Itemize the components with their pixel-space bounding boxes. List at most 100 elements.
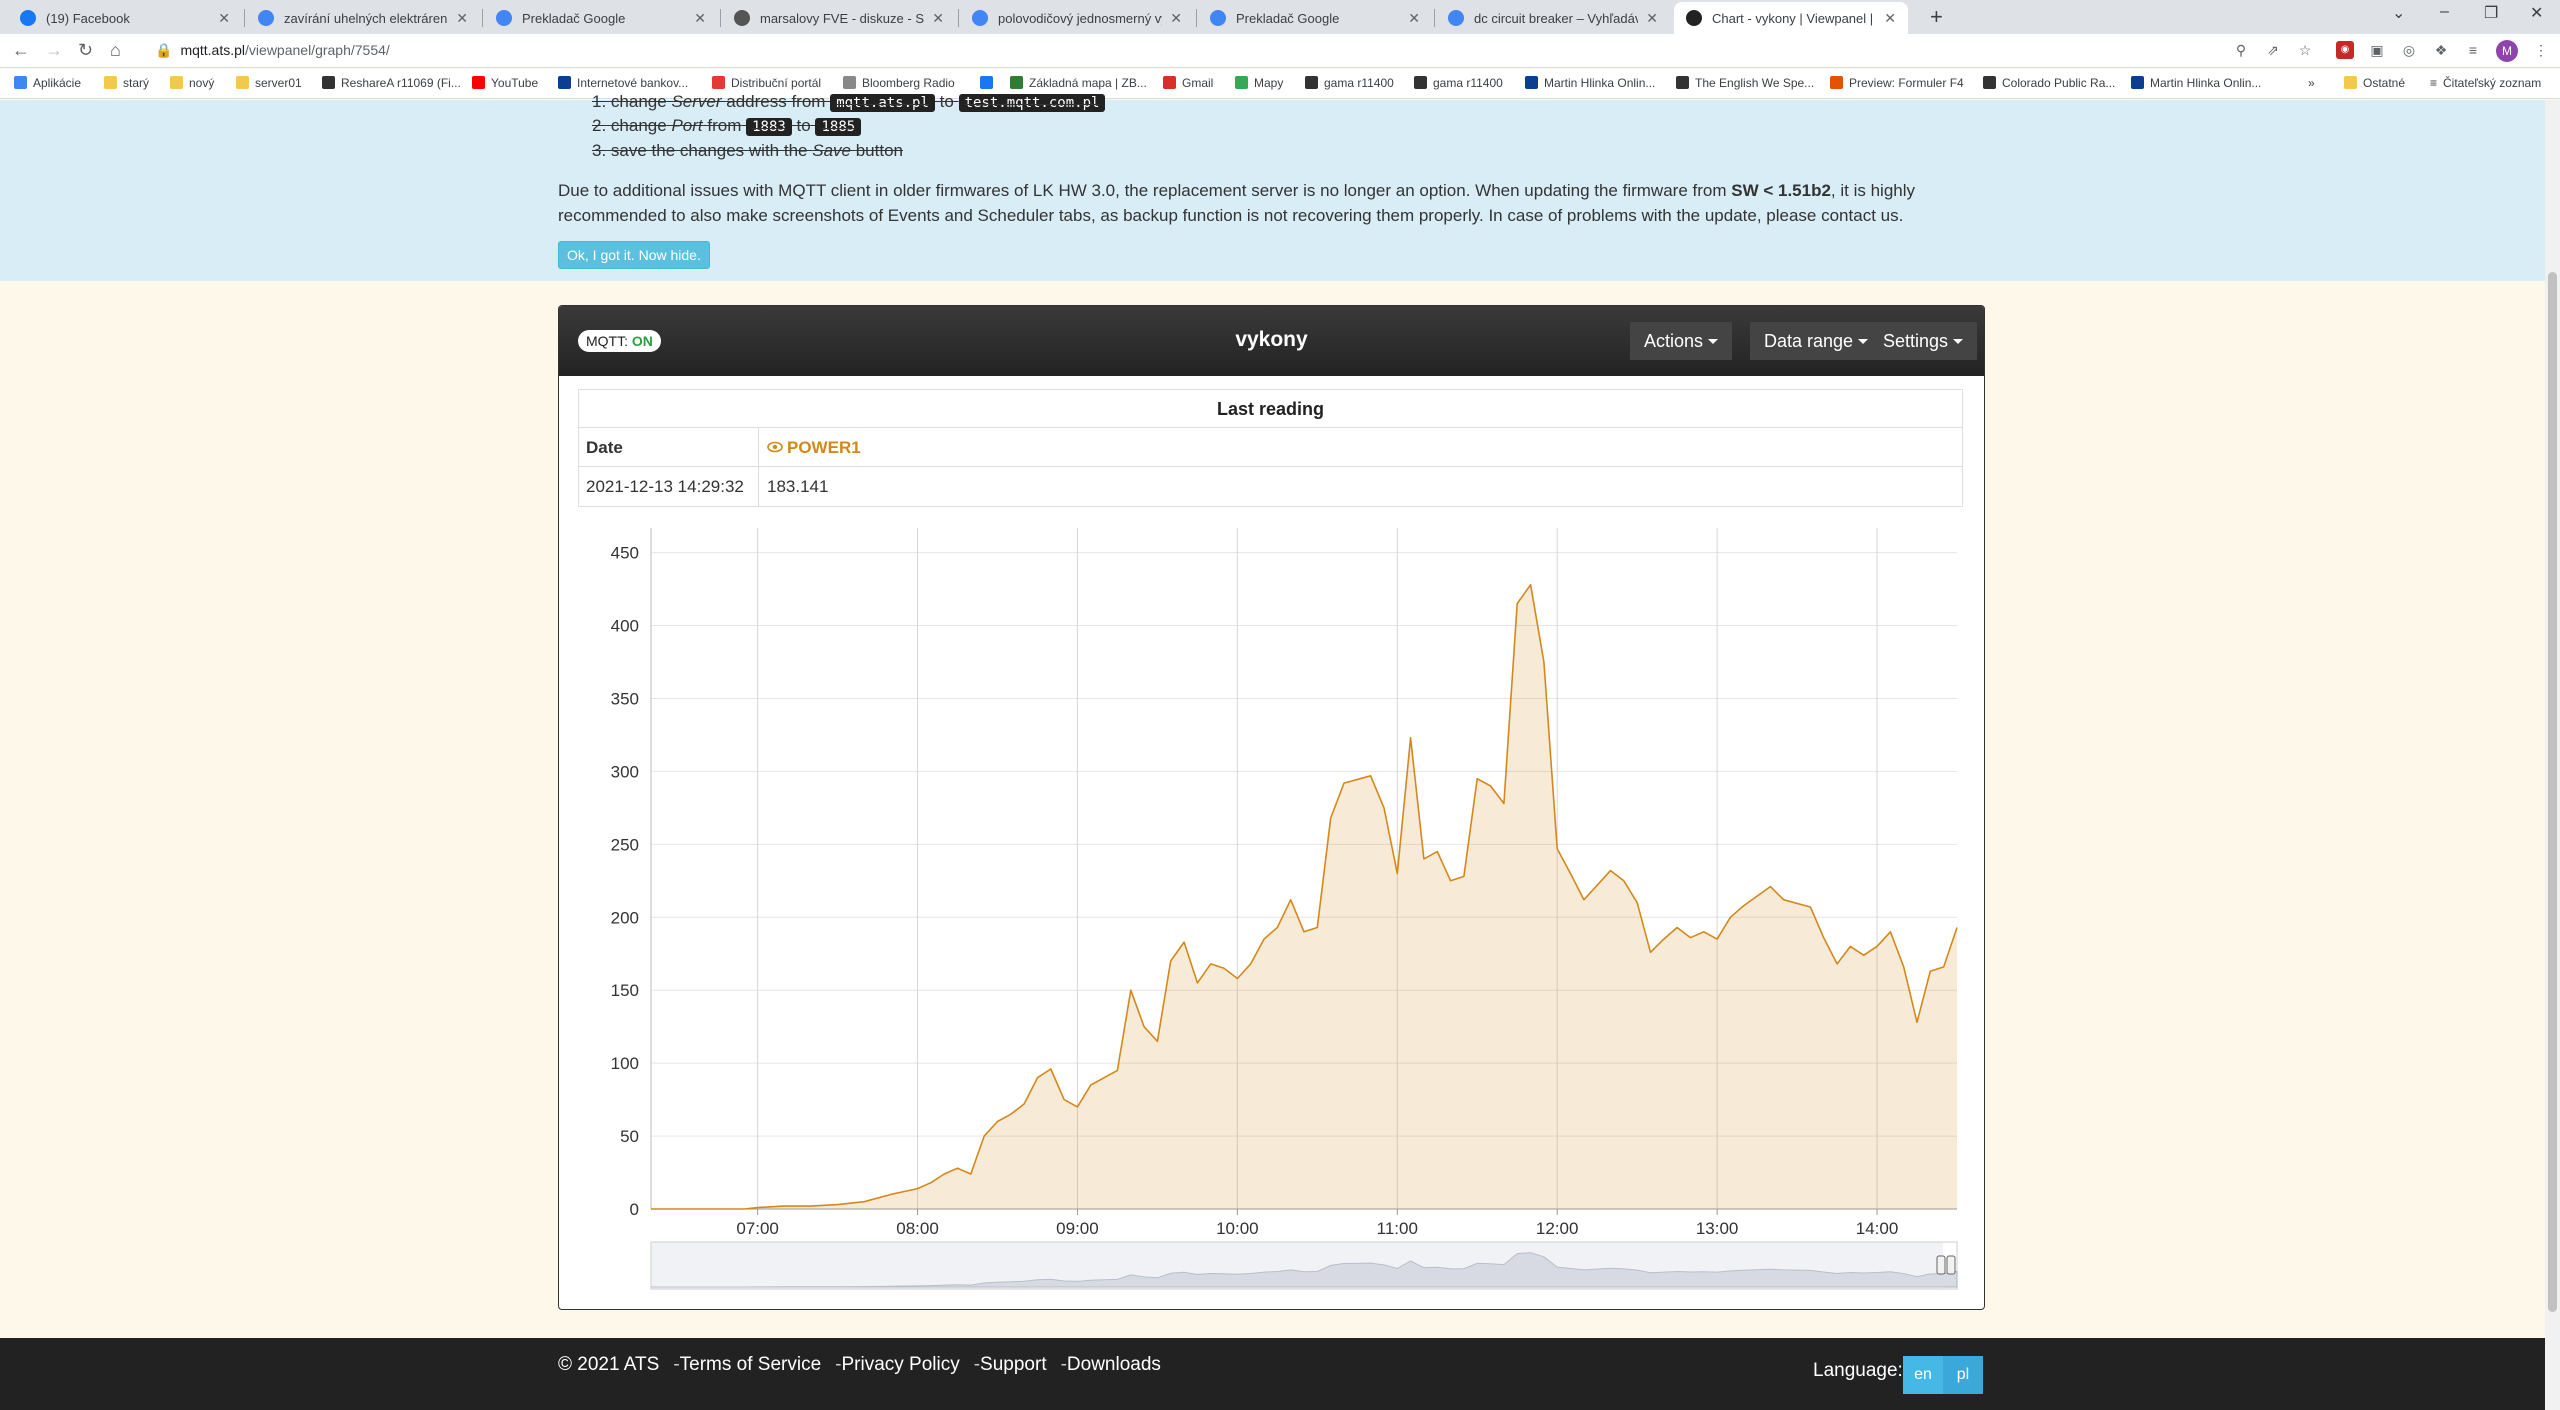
tab-close-icon[interactable]: ✕ bbox=[694, 10, 706, 27]
minimize-icon[interactable]: – bbox=[2440, 3, 2449, 21]
forward-icon[interactable]: → bbox=[45, 40, 63, 61]
extension-screen-icon[interactable]: ▣ bbox=[2368, 41, 2386, 59]
extensions-puzzle-icon[interactable]: ❖ bbox=[2432, 41, 2450, 59]
tab-close-icon[interactable]: ✕ bbox=[1408, 10, 1420, 27]
bookmark-star-icon[interactable]: ☆ bbox=[2296, 41, 2314, 59]
navigator-handle-right[interactable] bbox=[1946, 1255, 1956, 1275]
tab-favicon-icon bbox=[734, 10, 750, 26]
restore-icon[interactable]: ❐ bbox=[2484, 3, 2498, 23]
code-value: 1885 bbox=[815, 118, 862, 136]
bookmark-item[interactable] bbox=[980, 76, 999, 90]
share-icon[interactable]: ⇗ bbox=[2264, 41, 2282, 59]
profile-avatar[interactable]: M bbox=[2496, 40, 2518, 62]
tab-close-icon[interactable]: ✕ bbox=[932, 10, 944, 27]
bookmark-item[interactable]: YouTube bbox=[472, 76, 538, 90]
language-en-button[interactable]: en bbox=[1903, 1356, 1943, 1394]
language-pl-button[interactable]: pl bbox=[1943, 1356, 1983, 1394]
bookmark-item[interactable]: starý bbox=[104, 76, 149, 90]
bookmark-icon bbox=[1235, 76, 1248, 89]
bookmark-label: Distribuční portál bbox=[731, 76, 822, 90]
y-tick-label: 50 bbox=[620, 1127, 639, 1146]
extension-circle-icon[interactable]: ◎ bbox=[2400, 41, 2418, 59]
browser-tab[interactable]: dc circuit breaker – Vyhľadávanie ✕ bbox=[1436, 2, 1670, 34]
bookmark-item[interactable]: Internetové bankov... bbox=[558, 76, 688, 90]
close-window-icon[interactable]: ✕ bbox=[2530, 3, 2543, 23]
bookmark-label: Colorado Public Ra... bbox=[2002, 76, 2116, 90]
address-bar: ← → ↻ ⌂ 🔒 mqtt.ats.pl/viewpanel/graph/755… bbox=[0, 34, 2560, 68]
url-field[interactable]: 🔒 mqtt.ats.pl/viewpanel/graph/7554/ bbox=[155, 42, 390, 59]
other-bookmarks[interactable]: Ostatné bbox=[2344, 76, 2405, 90]
tab-title: Prekladač Google bbox=[522, 10, 626, 26]
x-tick-label: 07:00 bbox=[736, 1219, 779, 1238]
bookmark-item[interactable]: Colorado Public Ra... bbox=[1983, 76, 2115, 90]
browser-menu-icon[interactable]: ⋮ bbox=[2532, 41, 2550, 59]
bookmark-label: YouTube bbox=[491, 76, 539, 90]
reading-list-icon[interactable]: ≡ bbox=[2464, 41, 2482, 59]
tab-close-icon[interactable]: ✕ bbox=[1646, 10, 1658, 27]
browser-tab[interactable]: Prekladač Google ✕ bbox=[484, 2, 718, 34]
reload-icon[interactable]: ↻ bbox=[78, 40, 93, 61]
code-value: 1883 bbox=[746, 118, 792, 136]
bookmark-item[interactable]: Bloomberg Radio bbox=[843, 76, 955, 90]
notice-version: SW < 1.51b2 bbox=[1731, 181, 1831, 200]
tab-favicon-icon bbox=[972, 10, 988, 26]
bookmark-item[interactable]: server01 bbox=[236, 76, 302, 90]
bookmark-item[interactable]: gama r11400 bbox=[1414, 76, 1503, 90]
bookmark-item[interactable]: ReshareA r11069 (Fi... bbox=[322, 76, 461, 90]
reading-list[interactable]: ≡ Čitateľský zoznam bbox=[2430, 76, 2541, 90]
power-chart[interactable]: 0 50 100 150 200 250 300 350 400 450 07:00 08:00 09:… bbox=[559, 306, 1984, 1309]
browser-tab[interactable]: Chart - vykony | Viewpanel | MQ ✕ bbox=[1674, 2, 1908, 34]
tab-close-icon[interactable]: ✕ bbox=[1170, 10, 1182, 27]
chevron-down-icon[interactable]: ⌄ bbox=[2392, 3, 2405, 23]
y-tick-label: 400 bbox=[611, 617, 639, 636]
zoom-icon[interactable]: ⚲ bbox=[2232, 41, 2250, 59]
browser-tab[interactable]: zavírání uhelných elektráren v EU ✕ bbox=[246, 2, 480, 34]
tab-close-icon[interactable]: ✕ bbox=[456, 10, 468, 27]
bookmark-item[interactable]: Martin Hlinka Onlin... bbox=[2131, 76, 2261, 90]
bookmark-icon bbox=[1163, 76, 1176, 89]
bookmark-item[interactable]: Základná mapa | ZB... bbox=[1010, 76, 1147, 90]
hide-notice-button[interactable]: Ok, I got it. Now hide. bbox=[558, 241, 710, 269]
bookmark-item[interactable]: The English We Spe... bbox=[1676, 76, 1814, 90]
bookmark-item[interactable]: Distribuční portál bbox=[712, 76, 821, 90]
bookmark-label: Základná mapa | ZB... bbox=[1029, 76, 1147, 90]
browser-tab[interactable]: (19) Facebook ✕ bbox=[8, 2, 242, 34]
footer-links: © 2021 ATS -Terms of Service -Privacy Poli… bbox=[558, 1354, 1161, 1376]
bookmark-item[interactable]: Mapy bbox=[1235, 76, 1283, 90]
step-text-italic: Save bbox=[812, 141, 851, 160]
bookmark-item[interactable]: nový bbox=[170, 76, 214, 90]
tab-title: zavírání uhelných elektráren v EU bbox=[284, 10, 448, 26]
support-link[interactable]: Support bbox=[980, 1354, 1047, 1375]
navigator-handle-left[interactable] bbox=[1936, 1255, 1946, 1275]
step-text-italic: Server bbox=[671, 92, 722, 111]
browser-tab[interactable]: polovodičový jednosmerný vypín ✕ bbox=[960, 2, 1194, 34]
browser-tab[interactable]: marsalovy FVE - diskuze - Strana ✕ bbox=[722, 2, 956, 34]
tab-close-icon[interactable]: ✕ bbox=[1884, 10, 1896, 27]
viewpanel: MQTT: ON vykony Actions Data range Setti… bbox=[558, 305, 1985, 1310]
browser-tab[interactable]: Prekladač Google ✕ bbox=[1198, 2, 1432, 34]
bookmark-item[interactable]: Gmail bbox=[1163, 76, 1213, 90]
terms-link[interactable]: Terms of Service bbox=[680, 1354, 821, 1375]
privacy-link[interactable]: Privacy Policy bbox=[841, 1354, 959, 1375]
bookmark-item[interactable]: Preview: Formuler F4 bbox=[1830, 76, 1964, 90]
home-icon[interactable]: ⌂ bbox=[110, 40, 121, 61]
bookmark-item[interactable]: Martin Hlinka Onlin... bbox=[1525, 76, 1655, 90]
bookmark-label: ReshareA r11069 (Fi... bbox=[341, 76, 461, 90]
new-tab-icon[interactable]: + bbox=[1930, 4, 1943, 30]
bookmark-icon bbox=[1305, 76, 1318, 89]
step-text: from bbox=[707, 116, 742, 135]
bookmark-item[interactable]: Aplikácie bbox=[14, 76, 81, 90]
bookmark-label: Gmail bbox=[1182, 76, 1214, 90]
language-label: Language: bbox=[1813, 1360, 1903, 1381]
back-icon[interactable]: ← bbox=[12, 40, 30, 61]
bookmarks-overflow-button[interactable]: » bbox=[2308, 76, 2315, 90]
tab-close-icon[interactable]: ✕ bbox=[218, 10, 230, 27]
navigator-mask bbox=[651, 1242, 1943, 1289]
extension-shield-icon[interactable]: ◉ bbox=[2336, 41, 2354, 59]
downloads-link[interactable]: Downloads bbox=[1067, 1354, 1161, 1375]
series-area bbox=[651, 584, 1957, 1209]
page-scrollbar[interactable] bbox=[2545, 100, 2560, 1410]
bookmark-item[interactable]: gama r11400 bbox=[1305, 76, 1394, 90]
scrollbar-thumb[interactable] bbox=[2548, 272, 2557, 1312]
y-tick-label: 100 bbox=[611, 1054, 639, 1073]
